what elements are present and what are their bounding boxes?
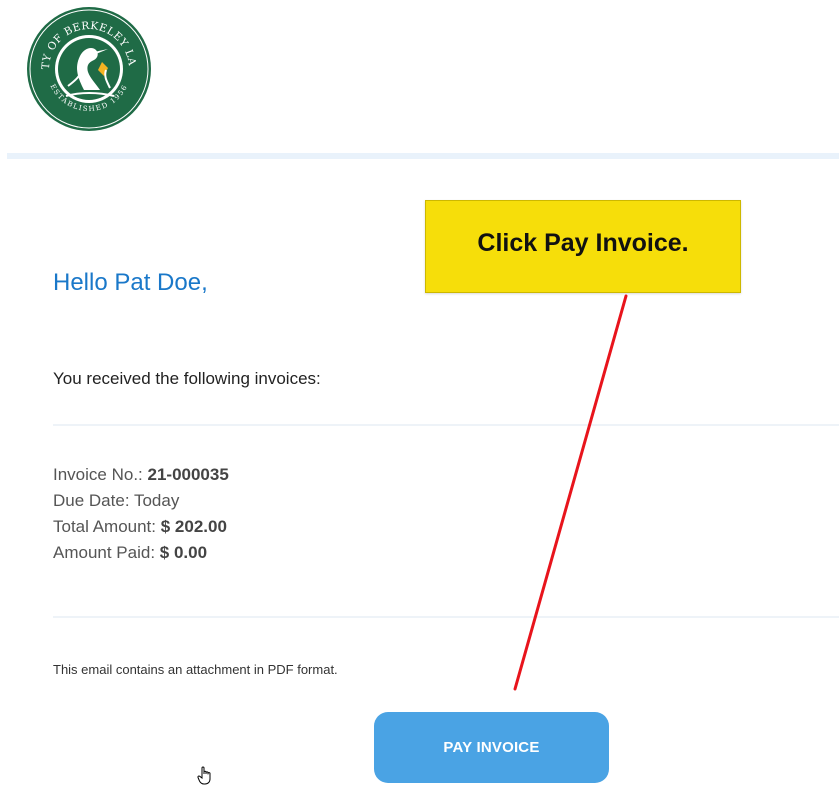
section-divider-bottom [53, 616, 839, 618]
due-date-label: Due Date: [53, 491, 130, 510]
instruction-callout-text: Click Pay Invoice. [477, 229, 689, 257]
header-divider [7, 153, 839, 159]
instruction-callout: Click Pay Invoice. [425, 200, 741, 293]
greeting-heading: Hello Pat Doe, [53, 269, 208, 296]
total-amount-row: Total Amount: $ 202.00 [53, 514, 229, 540]
city-seal-logo: CITY OF BERKELEY LAKE ESTABLISHED 1956 [26, 6, 151, 131]
section-divider-top [53, 424, 839, 426]
email-page: CITY OF BERKELEY LAKE ESTABLISHED 1956 H… [0, 0, 839, 787]
amount-paid-value: $ 0.00 [159, 543, 208, 562]
attachment-note: This email contains an attachment in PDF… [53, 662, 338, 677]
intro-text: You received the following invoices: [53, 369, 321, 388]
pay-invoice-button[interactable]: PAY INVOICE [374, 712, 609, 783]
invoice-number-row: Invoice No.: 21-000035 [53, 462, 229, 488]
invoice-details: Invoice No.: 21-000035 Due Date: Today T… [53, 462, 229, 566]
hand-pointer-icon [197, 766, 211, 785]
invoice-number-value: 21-000035 [147, 465, 229, 484]
amount-paid-label: Amount Paid: [53, 543, 156, 562]
invoice-number-label: Invoice No.: [53, 465, 143, 484]
due-date-value: Today [133, 491, 180, 510]
due-date-row: Due Date: Today [53, 488, 229, 514]
amount-paid-row: Amount Paid: $ 0.00 [53, 540, 229, 566]
total-amount-value: $ 202.00 [160, 517, 227, 536]
total-amount-label: Total Amount: [53, 517, 157, 536]
